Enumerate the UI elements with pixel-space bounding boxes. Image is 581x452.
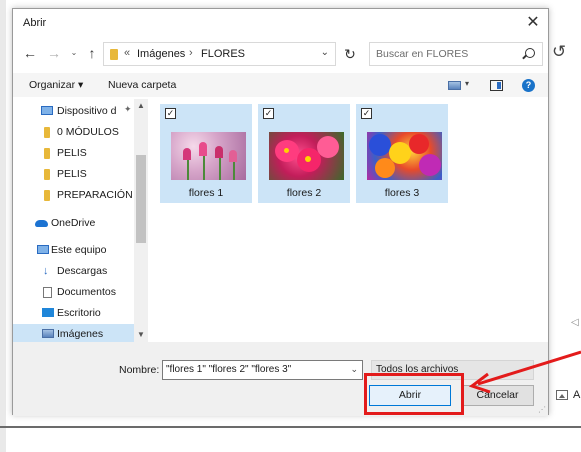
thumbnail-flores-2: [269, 132, 344, 180]
pc-icon: [37, 245, 49, 254]
file-list: ✓ flores 1 ✓ flores 2 ✓ flores 3: [150, 99, 546, 342]
file-checkbox[interactable]: ✓: [361, 108, 372, 119]
up-button[interactable]: ↑: [83, 43, 101, 63]
scroll-up-icon[interactable]: ▲: [134, 100, 148, 112]
pin-icon: ✦: [124, 104, 132, 114]
back-button[interactable]: ←: [21, 43, 39, 63]
sidebar-item-pelis-2[interactable]: PELIS: [13, 164, 134, 184]
scroll-thumb[interactable]: [136, 155, 146, 243]
change-view-icon[interactable]: [448, 81, 461, 90]
background-border: [0, 0, 6, 452]
undo-icon[interactable]: ↺: [552, 42, 566, 62]
sidebar-item-este-equipo[interactable]: Este equipo: [13, 240, 134, 260]
close-button[interactable]: ✕: [518, 9, 548, 37]
recent-locations-button[interactable]: ⌄: [65, 43, 83, 63]
folder-icon: [44, 190, 50, 201]
sidebar-item-label: Descargas: [57, 265, 108, 277]
title-bar: Abrir ✕: [13, 9, 548, 37]
sidebar-item-label: Documentos: [57, 286, 116, 298]
thumbnail-flores-1: [171, 132, 246, 180]
address-bar[interactable]: « Imágenes › FLORES ⌄: [103, 42, 336, 66]
folder-icon: [110, 49, 118, 60]
background-divider: [0, 426, 581, 428]
pictures-icon: [42, 329, 54, 338]
scroll-down-icon[interactable]: ▼: [134, 329, 148, 341]
folder-icon: [44, 148, 50, 159]
sidebar-item-label: PELIS: [57, 168, 87, 180]
resize-grip-icon[interactable]: ⋰: [538, 405, 546, 414]
document-icon: [43, 287, 52, 298]
file-checkbox[interactable]: ✓: [165, 108, 176, 119]
breadcrumb-flores[interactable]: FLORES: [201, 48, 245, 60]
annotation-highlight-box: [364, 373, 464, 415]
search-placeholder: Buscar en FLORES: [376, 48, 469, 60]
file-name-input[interactable]: "flores 1" "flores 2" "flores 3" ⌄: [162, 360, 363, 380]
sidebar-item-descargas[interactable]: ↓ Descargas: [13, 261, 134, 281]
file-name-dropdown-icon[interactable]: ⌄: [350, 364, 358, 375]
file-checkbox[interactable]: ✓: [263, 108, 274, 119]
sidebar-item-pelis-1[interactable]: PELIS: [13, 143, 134, 163]
sidebar-item-label: Imágenes: [57, 328, 104, 340]
file-item-flores-3[interactable]: ✓ flores 3: [356, 104, 448, 203]
dialog-footer: Nombre: "flores 1" "flores 2" "flores 3"…: [13, 342, 548, 416]
navigation-pane: Dispositivo d ✦ 0 MÓDULOS PELIS PELIS PR…: [13, 99, 148, 344]
sidebar-item-label: Escritorio: [57, 307, 101, 319]
sidebar-item-documentos[interactable]: Documentos: [13, 282, 134, 302]
breadcrumb-separator: ›: [189, 47, 193, 59]
background-text: A: [573, 389, 581, 401]
device-icon: [41, 106, 53, 115]
left-arrow-icon: ◁: [571, 317, 579, 328]
sidebar-item-label: OneDrive: [51, 217, 96, 229]
file-item-flores-2[interactable]: ✓ flores 2: [258, 104, 350, 203]
sidebar-item-imagenes[interactable]: Imágenes: [13, 324, 134, 344]
cancel-button[interactable]: Cancelar: [461, 385, 534, 406]
sidebar-item-modulos[interactable]: 0 MÓDULOS: [13, 122, 134, 142]
image-icon: [556, 390, 568, 400]
folder-icon: [44, 127, 50, 138]
command-toolbar: Organizar ▾ Nueva carpeta ▾ ?: [13, 73, 548, 97]
onedrive-icon: [35, 220, 48, 227]
sidebar-item-label: PREPARACIÓN E: [57, 189, 134, 201]
address-dropdown-icon[interactable]: ⌄: [321, 47, 329, 58]
sidebar-item-device[interactable]: Dispositivo d ✦: [13, 101, 134, 121]
file-name: flores 1: [188, 187, 224, 199]
folder-icon: [44, 169, 50, 180]
view-dropdown-icon[interactable]: ▾: [465, 79, 469, 88]
dialog-title: Abrir: [23, 17, 47, 29]
preview-pane-icon[interactable]: [490, 80, 503, 91]
sidebar-item-escritorio[interactable]: Escritorio: [13, 303, 134, 323]
sidebar-scrollbar[interactable]: ▲ ▼: [134, 99, 148, 342]
file-name-value: "flores 1" "flores 2" "flores 3": [166, 364, 292, 375]
sidebar-item-label: Dispositivo d: [57, 105, 117, 117]
sidebar-item-preparacion[interactable]: PREPARACIÓN E: [13, 185, 134, 205]
new-folder-button[interactable]: Nueva carpeta: [108, 79, 176, 91]
thumbnail-flores-3: [367, 132, 442, 180]
open-file-dialog: Abrir ✕ ← → ⌄ ↑ « Imágenes › FLORES ⌄ ↻ …: [12, 8, 549, 416]
breadcrumb-overflow[interactable]: «: [124, 47, 130, 59]
sidebar-item-label: PELIS: [57, 147, 87, 159]
search-icon[interactable]: [525, 48, 535, 58]
desktop-icon: [42, 308, 54, 317]
file-item-flores-1[interactable]: ✓ flores 1: [160, 104, 252, 203]
file-name-label: Nombre:: [119, 364, 160, 376]
search-input[interactable]: Buscar en FLORES: [369, 42, 543, 66]
file-name: flores 2: [286, 187, 322, 199]
file-name: flores 3: [384, 187, 420, 199]
navigation-bar: ← → ⌄ ↑ « Imágenes › FLORES ⌄ ↻ Buscar e…: [13, 41, 548, 67]
sidebar-item-label: 0 MÓDULOS: [57, 126, 119, 138]
breadcrumb-imagenes[interactable]: Imágenes: [137, 48, 185, 60]
forward-button[interactable]: →: [45, 43, 63, 63]
organize-button[interactable]: Organizar ▾: [29, 79, 83, 91]
sidebar-item-onedrive[interactable]: OneDrive: [13, 213, 134, 233]
refresh-button[interactable]: ↻: [338, 42, 362, 66]
sidebar-item-label: Este equipo: [51, 244, 107, 256]
download-icon: ↓: [43, 265, 49, 277]
help-icon[interactable]: ?: [522, 79, 535, 92]
